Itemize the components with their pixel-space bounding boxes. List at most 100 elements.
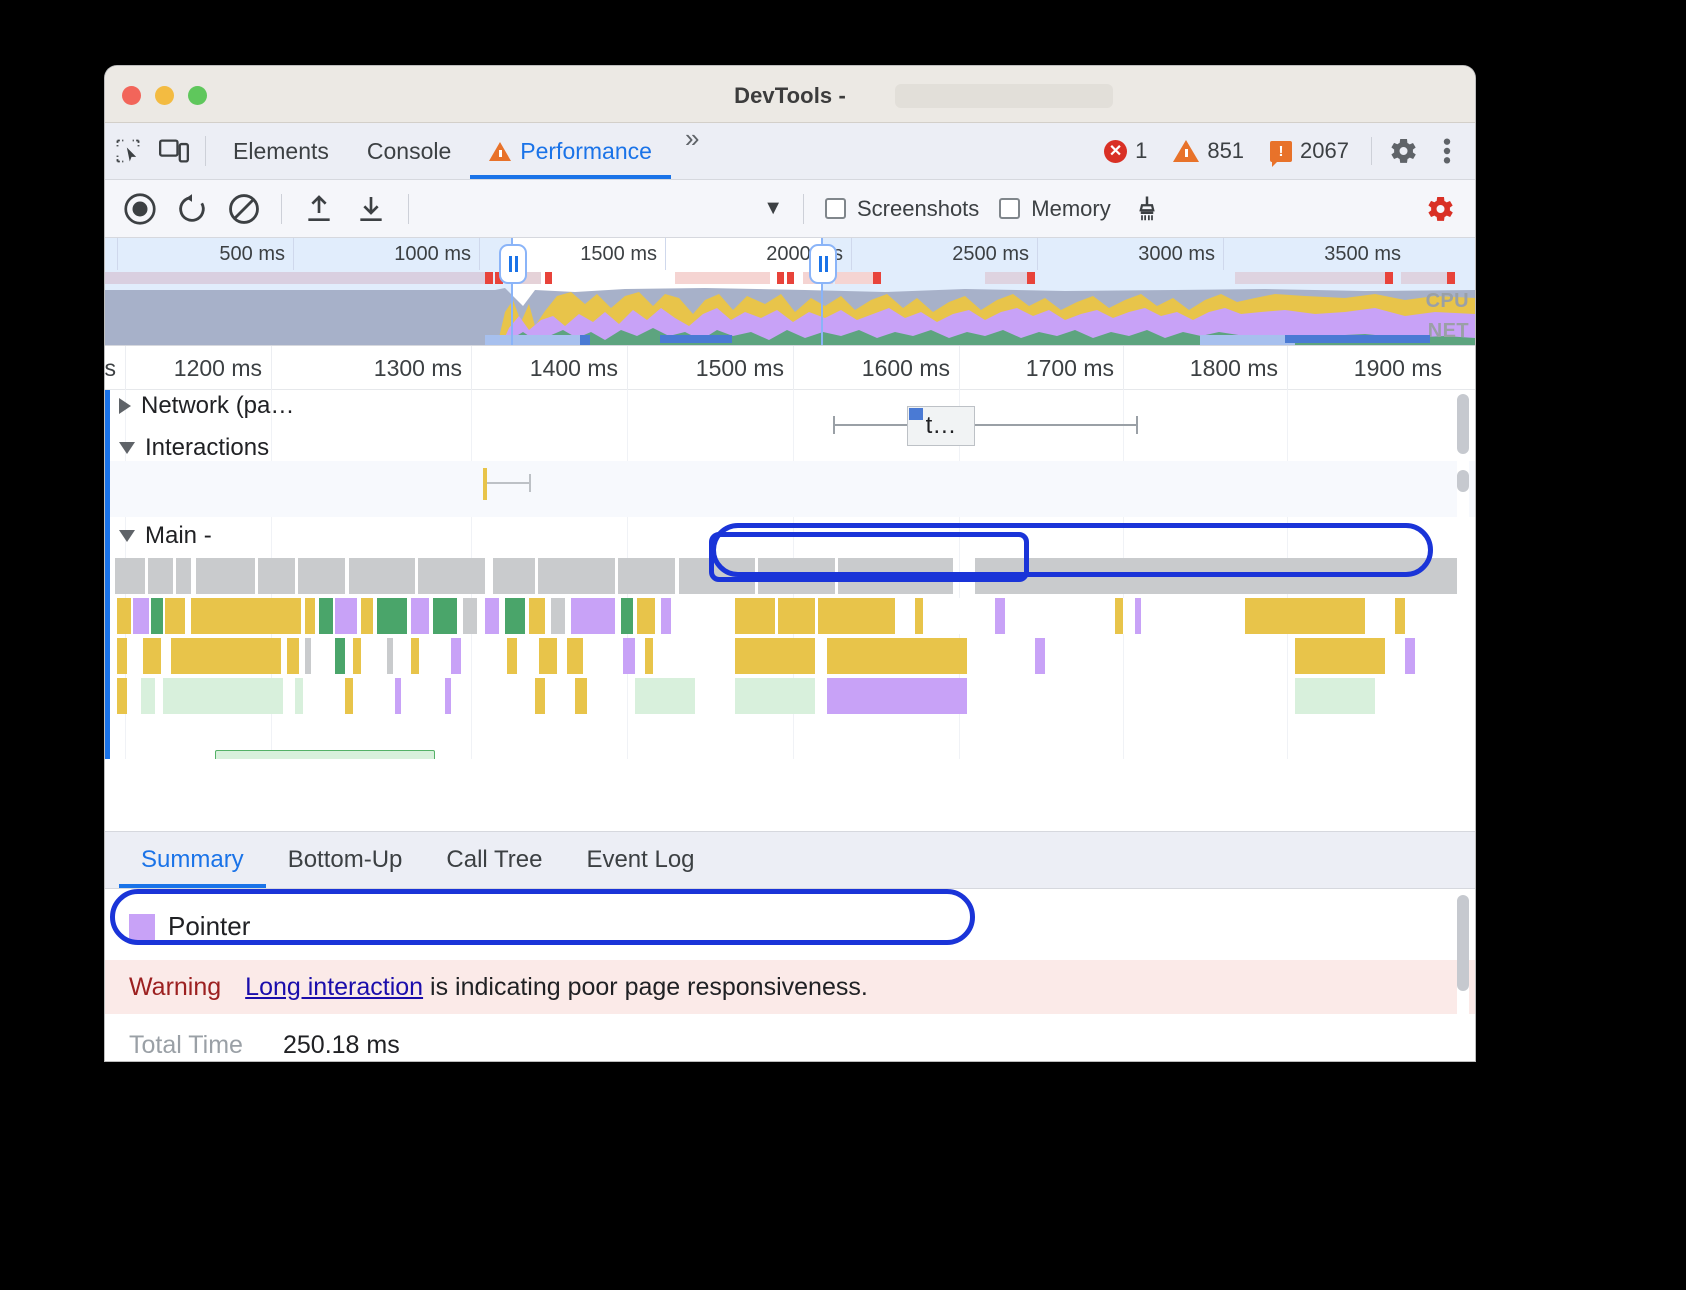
interactions-lane (110, 461, 1475, 517)
summary-panel: Pointer Warning Long interaction is indi… (105, 889, 1475, 1061)
tab-console-label: Console (367, 138, 451, 165)
performance-toolbar: ▼ Screenshots Memory (105, 180, 1475, 238)
screenshots-checkbox[interactable]: Screenshots (816, 196, 988, 222)
warning-counter[interactable]: 851 (1160, 138, 1257, 164)
flame-tick: 1600 ms (793, 346, 959, 390)
flame-tick: 1300 ms (271, 346, 471, 390)
tab-summary-label: Summary (141, 846, 244, 874)
flame-scrollbar-thumb[interactable] (1457, 394, 1469, 454)
memory-checkbox[interactable]: Memory (990, 196, 1119, 222)
overview-ruler: 500 ms 1000 ms 1500 ms 2000 ms 2500 ms 3… (105, 238, 1475, 270)
issue-count: 2067 (1300, 138, 1349, 164)
tab-bar-divider (205, 136, 206, 166)
overview-tick: 3500 ms (1223, 238, 1409, 270)
chevron-down-icon[interactable] (119, 530, 135, 542)
error-count: 1 (1135, 138, 1147, 164)
download-profile-icon[interactable] (346, 187, 396, 231)
window-left-handle[interactable] (499, 244, 527, 284)
issue-counter[interactable]: ! 2067 (1257, 138, 1362, 164)
flame-tick: 1500 ms (627, 346, 793, 390)
track-main-label: Main - (145, 522, 212, 550)
long-interaction-link[interactable]: Long interaction (245, 973, 423, 1001)
error-icon: ✕ (1104, 140, 1127, 163)
summary-scrollbar-thumb[interactable] (1457, 895, 1469, 991)
timeline-overview[interactable]: 500 ms 1000 ms 1500 ms 2000 ms 2500 ms 3… (105, 238, 1475, 346)
more-tabs-icon[interactable]: » (671, 123, 709, 179)
issue-counters: ✕ 1 851 ! 2067 (1091, 123, 1475, 179)
chevron-down-icon: ▼ (763, 197, 783, 220)
interaction-small-marker[interactable] (483, 468, 487, 500)
record-icon[interactable] (115, 187, 165, 231)
device-toolbar-icon[interactable] (151, 123, 197, 179)
summary-warning-message: Long interaction is indicating poor page… (245, 973, 868, 1002)
tab-elements-label: Elements (233, 138, 329, 165)
checkbox-box[interactable] (825, 198, 846, 219)
capture-settings-gear-icon[interactable] (1415, 187, 1465, 231)
screenshots-label: Screenshots (857, 196, 979, 222)
tab-event-log[interactable]: Event Log (564, 832, 716, 888)
collect-garbage-icon[interactable] (1122, 187, 1172, 231)
flame-tick: 1900 ms (1287, 346, 1451, 390)
tab-bottom-up-label: Bottom-Up (288, 846, 403, 874)
summary-row-key: Total Time (129, 1031, 257, 1060)
overview-net-label: NET (1428, 320, 1469, 343)
track-interactions[interactable]: Interactions (105, 434, 1475, 462)
flame-tick: ms (105, 346, 125, 390)
details-tab-bar: Summary Bottom-Up Call Tree Event Log (105, 831, 1475, 889)
summary-event-header: Pointer (105, 889, 1475, 942)
flame-chart[interactable]: ms 1200 ms 1300 ms 1400 ms 1500 ms 1600 … (105, 346, 1475, 759)
warning-count: 851 (1207, 138, 1244, 164)
tab-call-tree-label: Call Tree (446, 846, 542, 874)
tab-bottom-up[interactable]: Bottom-Up (266, 832, 425, 888)
track-interactions-label: Interactions (145, 434, 269, 462)
toolbar-divider-2 (408, 194, 409, 224)
tab-event-log-label: Event Log (586, 846, 694, 874)
counters-divider (1371, 137, 1372, 165)
flame-tick: 1800 ms (1123, 346, 1287, 390)
tab-performance-label: Performance (520, 138, 652, 165)
reload-and-record-icon[interactable] (167, 187, 217, 231)
window-title: DevTools - (105, 83, 1475, 109)
flame-tick: 1700 ms (959, 346, 1123, 390)
overview-tick: 1000 ms (293, 238, 479, 270)
error-counter[interactable]: ✕ 1 (1091, 138, 1160, 164)
upload-profile-icon[interactable] (294, 187, 344, 231)
overview-network-strip (105, 270, 1475, 286)
overview-tick: 500 ms (117, 238, 293, 270)
clear-icon[interactable] (219, 187, 269, 231)
track-network[interactable]: Network (pa… (105, 392, 1475, 420)
flame-scrollbar-thumb-secondary[interactable] (1457, 470, 1469, 492)
chevron-down-icon[interactable] (119, 442, 135, 454)
tab-console[interactable]: Console (348, 123, 470, 179)
overview-cpu-label: CPU (1426, 290, 1469, 313)
issue-icon: ! (1270, 141, 1292, 162)
gear-icon[interactable] (1381, 135, 1425, 167)
event-color-swatch-icon (129, 914, 155, 940)
tab-call-tree[interactable]: Call Tree (424, 832, 564, 888)
tab-summary[interactable]: Summary (119, 832, 266, 888)
network-priority-marker (909, 408, 923, 420)
inspect-element-icon[interactable] (105, 123, 151, 179)
summary-row-value: 250.18 ms (283, 1031, 400, 1060)
kebab-menu-icon[interactable] (1425, 135, 1469, 167)
devtools-window: DevTools - Elements Console Performance (105, 66, 1475, 1061)
devtools-tab-bar: Elements Console Performance » ✕ 1 851 !… (105, 123, 1475, 180)
tab-elements[interactable]: Elements (214, 123, 348, 179)
tab-performance[interactable]: Performance (470, 123, 671, 179)
track-main[interactable]: Main - (105, 522, 1475, 550)
profile-select[interactable]: ▼ (421, 192, 791, 226)
checkbox-box[interactable] (999, 198, 1020, 219)
main-flame-rows[interactable] (115, 558, 1465, 758)
overview-tick: 3000 ms (1037, 238, 1223, 270)
summary-warning-rest: is indicating poor page responsiveness. (423, 973, 868, 1001)
summary-event-name: Pointer (168, 911, 250, 942)
track-network-label: Network (pa… (141, 392, 294, 420)
window-title-bar: DevTools - (105, 66, 1475, 123)
toolbar-divider-3 (803, 194, 804, 224)
chevron-right-icon[interactable] (119, 398, 131, 414)
summary-warning-key: Warning (129, 973, 221, 1002)
warning-triangle-icon (489, 142, 511, 161)
flame-ruler: ms 1200 ms 1300 ms 1400 ms 1500 ms 1600 … (105, 346, 1475, 390)
window-right-handle[interactable] (809, 244, 837, 284)
flame-tick: 1200 ms (125, 346, 271, 390)
